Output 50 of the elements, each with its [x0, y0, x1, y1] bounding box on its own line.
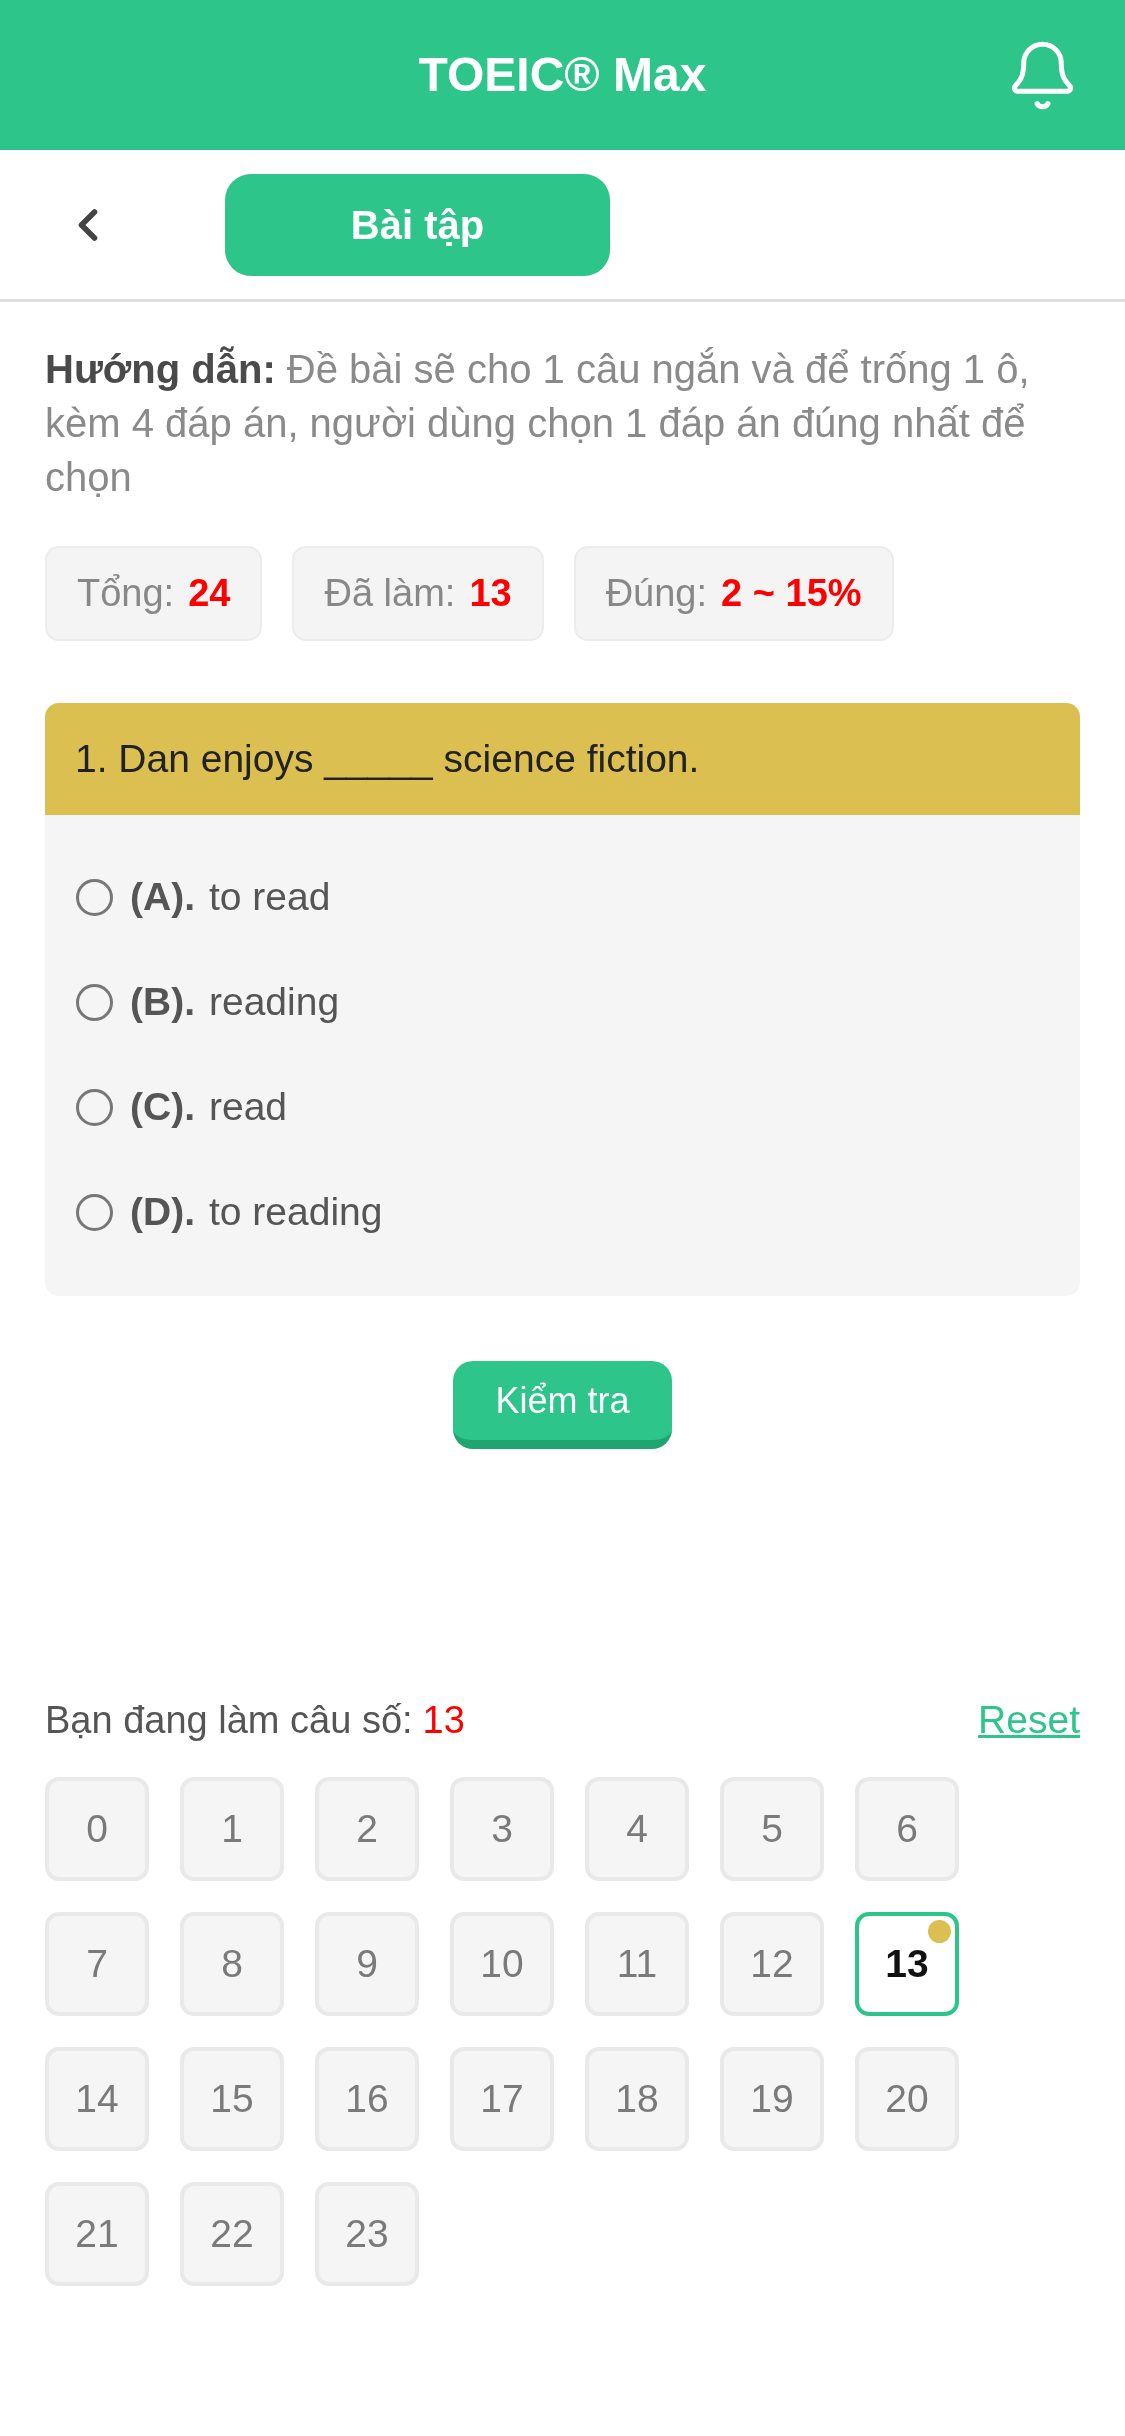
question-number-button[interactable]: 8 [180, 1912, 284, 2016]
question-number-button[interactable]: 19 [720, 2047, 824, 2151]
option-text: read [209, 1084, 288, 1131]
question-number-button[interactable]: 15 [180, 2047, 284, 2151]
question-text: 1. Dan enjoys _____ science fiction. [75, 735, 700, 782]
option-letter: (C). [130, 1084, 195, 1131]
question-number-button[interactable]: 13 [855, 1912, 959, 2016]
radio-button[interactable] [76, 1089, 113, 1126]
question-number-button[interactable]: 7 [45, 1912, 149, 2016]
question-number-button[interactable]: 1 [180, 1777, 284, 1881]
radio-button[interactable] [76, 984, 113, 1021]
question-number-button[interactable]: 3 [450, 1777, 554, 1881]
section-button[interactable]: Bài tập [225, 173, 610, 276]
question-number-button[interactable]: 6 [855, 1777, 959, 1881]
option-text: reading [209, 979, 340, 1026]
question-number-button[interactable]: 23 [315, 2182, 419, 2286]
question-number-button[interactable]: 5 [720, 1777, 824, 1881]
option-letter: (B). [130, 979, 195, 1026]
stat-label: Đã làm: [324, 571, 456, 616]
check-button[interactable]: Kiểm tra [453, 1361, 672, 1449]
question-number-button[interactable]: 2 [315, 1777, 419, 1881]
radio-button[interactable] [76, 1194, 113, 1231]
radio-button[interactable] [76, 879, 113, 916]
question-number-button[interactable]: 10 [450, 1912, 554, 2016]
question-number-button[interactable]: 18 [585, 2047, 689, 2151]
progress-label: Bạn đang làm câu số: [45, 1697, 413, 1743]
question-number-button[interactable]: 12 [720, 1912, 824, 2016]
question-number-button[interactable]: 22 [180, 2182, 284, 2286]
question-number-button[interactable]: 0 [45, 1777, 149, 1881]
question-number-button[interactable]: 16 [315, 2047, 419, 2151]
question-number-button[interactable]: 20 [855, 2047, 959, 2151]
stat-value: 13 [469, 571, 512, 616]
question-number-button[interactable]: 14 [45, 2047, 149, 2151]
question-number-button[interactable]: 11 [585, 1912, 689, 2016]
question-number-button[interactable]: 9 [315, 1912, 419, 2016]
stat-label: Tổng: [77, 571, 175, 616]
app-title: TOEIC® Max [417, 47, 708, 103]
question-number-button[interactable]: 17 [450, 2047, 554, 2151]
option-letter: (D). [130, 1189, 195, 1236]
stat-value: 2 ~ 15% [721, 571, 862, 616]
instructions-text: Hướng dẫn: Đề bài sẽ cho 1 câu ngắn và để trống 1 ô, kèm 4 đáp án, người dùng chọn 1 đáp án đúng nhất để chọn [45, 345, 1031, 501]
option-text: to reading [209, 1189, 383, 1236]
reset-link[interactable]: Reset [978, 1690, 1080, 1750]
option-text: to read [209, 874, 331, 921]
question-number-button[interactable]: 21 [45, 2182, 149, 2286]
current-question-number: 13 [422, 1697, 465, 1743]
stat-label: Đúng: [605, 571, 708, 616]
stat-value: 24 [188, 571, 231, 616]
option-letter: (A). [130, 874, 195, 921]
question-number-button[interactable]: 4 [585, 1777, 689, 1881]
